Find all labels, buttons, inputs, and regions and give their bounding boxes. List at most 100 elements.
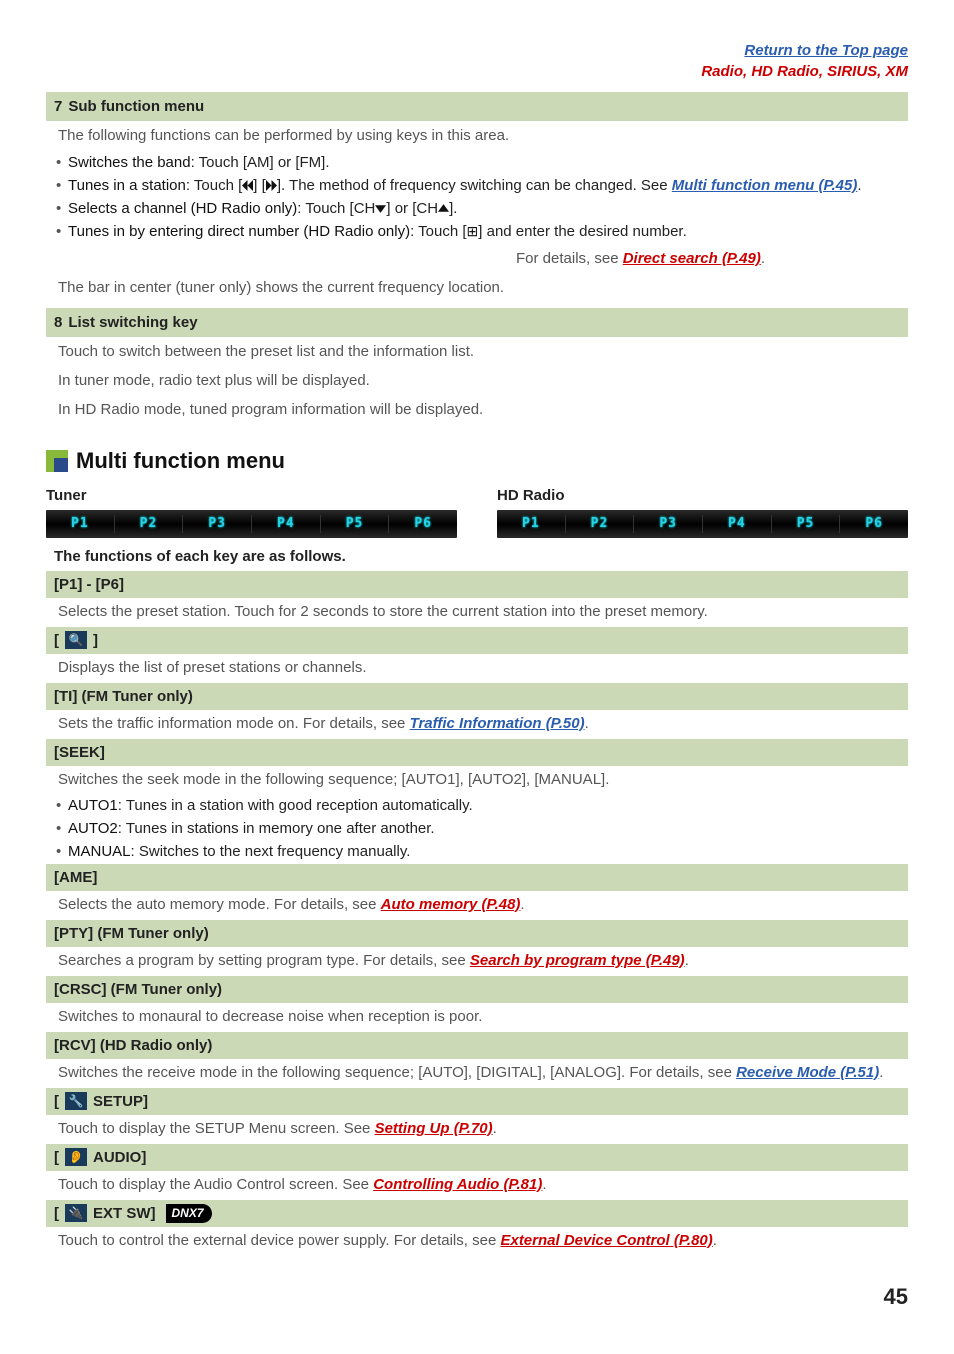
- key-pty-body: Searches a program by setting program ty…: [46, 947, 908, 974]
- bullet-tune-station: Tunes in a station: Touch [ ] [ ]. The met…: [58, 175, 908, 196]
- key-search-header: [🔍]: [46, 627, 908, 654]
- bullet-select-channel: Selects a channel (HD Radio only): Touch…: [58, 198, 908, 219]
- key-ame-body: Selects the auto memory mode. For detail…: [46, 891, 908, 918]
- section-7-intro: The following functions can be performed…: [46, 121, 908, 150]
- plug-icon: 🔌: [65, 1204, 87, 1222]
- preset-p6[interactable]: P6: [839, 515, 908, 533]
- seek-manual: MANUAL: Switches to the next frequency m…: [58, 841, 908, 862]
- seek-auto2: AUTO2: Tunes in stations in memory one a…: [58, 818, 908, 839]
- text: ]. The method of frequency switching can…: [277, 177, 672, 194]
- section-8-l3: In HD Radio mode, tuned program informat…: [46, 395, 908, 424]
- down-icon: [375, 200, 386, 217]
- wrench-icon: 🔧: [65, 1092, 87, 1110]
- preset-p1[interactable]: P1: [497, 515, 565, 533]
- return-link[interactable]: Return to the Top page: [46, 40, 908, 61]
- preset-p4[interactable]: P4: [702, 515, 771, 533]
- page-header: Return to the Top page Radio, HD Radio, …: [46, 40, 908, 82]
- forward-icon: [266, 177, 277, 194]
- text: ] and enter the desired number.: [478, 223, 686, 240]
- text: ].: [449, 200, 457, 217]
- bullet-switch-band: Switches the band: Touch [AM] or [FM].: [58, 152, 908, 173]
- key-ti-header: [TI] (FM Tuner only): [46, 683, 908, 710]
- text: : Touch [: [410, 223, 466, 240]
- tuner-label: Tuner: [46, 485, 457, 506]
- key-setup-body: Touch to display the SETUP Menu screen. …: [46, 1115, 908, 1142]
- section-7-list-cont: Selects a channel (HD Radio only): Touch…: [46, 198, 908, 242]
- preset-p3[interactable]: P3: [633, 515, 702, 533]
- link-direct-search[interactable]: Direct search (P.49): [623, 250, 761, 267]
- ear-icon: 👂: [65, 1148, 87, 1166]
- key-ame-header: [AME]: [46, 864, 908, 891]
- label: Selects a channel (HD Radio only): [68, 200, 297, 217]
- section-8-l2: In tuner mode, radio text plus will be d…: [46, 366, 908, 395]
- preset-p5[interactable]: P5: [771, 515, 840, 533]
- hd-preset-bar: P1 P2 P3 P4 P5 P6: [497, 510, 908, 538]
- key-crsc-body: Switches to monaural to decrease noise w…: [46, 1003, 908, 1030]
- preset-p3[interactable]: P3: [182, 515, 251, 533]
- key-ext-header: [🔌 EXT SW]DNX7: [46, 1200, 908, 1227]
- section-8-title: List switching key: [68, 314, 197, 331]
- key-seek-list: AUTO1: Tunes in a station with good rece…: [46, 795, 908, 862]
- section-8-number: 8: [54, 314, 62, 331]
- key-rcv-header: [RCV] (HD Radio only): [46, 1032, 908, 1059]
- hd-column: HD Radio P1 P2 P3 P4 P5 P6: [497, 485, 908, 538]
- label: Switches the band: [68, 154, 191, 171]
- search-icon: 🔍: [65, 631, 87, 649]
- key-p1p6-body: Selects the preset station. Touch for 2 …: [46, 598, 908, 625]
- preset-p2[interactable]: P2: [565, 515, 634, 533]
- key-ti-body: Sets the traffic information mode on. Fo…: [46, 710, 908, 737]
- text: : Touch [CH: [297, 200, 375, 217]
- link-controlling-audio[interactable]: Controlling Audio (P.81): [373, 1176, 542, 1193]
- preset-p6[interactable]: P6: [388, 515, 457, 533]
- keypad-icon: [467, 223, 479, 240]
- key-pty-header: [PTY] (FM Tuner only): [46, 920, 908, 947]
- tuner-column: Tuner P1 P2 P3 P4 P5 P6: [46, 485, 457, 538]
- key-seek-intro: Switches the seek mode in the following …: [46, 766, 908, 793]
- up-icon: [438, 200, 449, 217]
- preset-p2[interactable]: P2: [114, 515, 183, 533]
- text: ] or [CH: [386, 200, 438, 217]
- preset-p1[interactable]: P1: [46, 515, 114, 533]
- functions-note: The functions of each key are as follows…: [46, 546, 908, 567]
- section-7-title: Sub function menu: [68, 98, 204, 115]
- text: ] [: [253, 177, 266, 194]
- label: Tunes in by entering direct number (HD R…: [68, 223, 410, 240]
- key-rcv-body: Switches the receive mode in the followi…: [46, 1059, 908, 1086]
- key-audio-body: Touch to display the Audio Control scree…: [46, 1171, 908, 1198]
- link-multi-function[interactable]: Multi function menu (P.45): [672, 177, 858, 194]
- section-7-number: 7: [54, 98, 62, 115]
- multi-function-title: Multi function menu: [76, 446, 285, 477]
- preset-p5[interactable]: P5: [320, 515, 389, 533]
- link-setting-up[interactable]: Setting Up (P.70): [375, 1120, 493, 1137]
- key-search-body: Displays the list of preset stations or …: [46, 654, 908, 681]
- seek-auto1: AUTO1: Tunes in a station with good rece…: [58, 795, 908, 816]
- section-path: Radio, HD Radio, SIRIUS, XM: [701, 63, 908, 80]
- key-crsc-header: [CRSC] (FM Tuner only): [46, 976, 908, 1003]
- text: : Touch [: [186, 177, 242, 194]
- section-7-list: Switches the band: Touch [AM] or [FM]. T…: [46, 152, 908, 196]
- section-7-header: 7 Sub function menu: [46, 92, 908, 121]
- tuner-preset-bar: P1 P2 P3 P4 P5 P6: [46, 510, 457, 538]
- text: : Touch [AM] or [FM].: [191, 154, 330, 171]
- key-ext-body: Touch to control the external device pow…: [46, 1227, 908, 1254]
- rewind-icon: [242, 177, 253, 194]
- direct-number-detail: For details, see Direct search (P.49).: [46, 244, 908, 273]
- key-audio-header: [👂 AUDIO]: [46, 1144, 908, 1171]
- key-setup-header: [🔧 SETUP]: [46, 1088, 908, 1115]
- bullet-direct-number: Tunes in by entering direct number (HD R…: [58, 221, 908, 242]
- dnx-badge: DNX7: [166, 1204, 212, 1223]
- link-traffic[interactable]: Traffic Information (P.50): [410, 715, 585, 732]
- link-auto-memory[interactable]: Auto memory (P.48): [381, 896, 521, 913]
- heading-bullet-icon: [46, 450, 68, 472]
- multi-function-heading: Multi function menu: [46, 446, 908, 477]
- bar-note: The bar in center (tuner only) shows the…: [46, 273, 908, 302]
- label: Tunes in a station: [68, 177, 186, 194]
- link-pty[interactable]: Search by program type (P.49): [470, 952, 685, 969]
- section-8-header: 8 List switching key: [46, 308, 908, 337]
- link-external-device[interactable]: External Device Control (P.80): [500, 1232, 712, 1249]
- preset-p4[interactable]: P4: [251, 515, 320, 533]
- page-number: 45: [46, 1282, 908, 1313]
- link-receive-mode[interactable]: Receive Mode (P.51): [736, 1064, 879, 1081]
- preset-columns: Tuner P1 P2 P3 P4 P5 P6 HD Radio P1 P2 P…: [46, 485, 908, 538]
- key-p1p6-header: [P1] - [P6]: [46, 571, 908, 598]
